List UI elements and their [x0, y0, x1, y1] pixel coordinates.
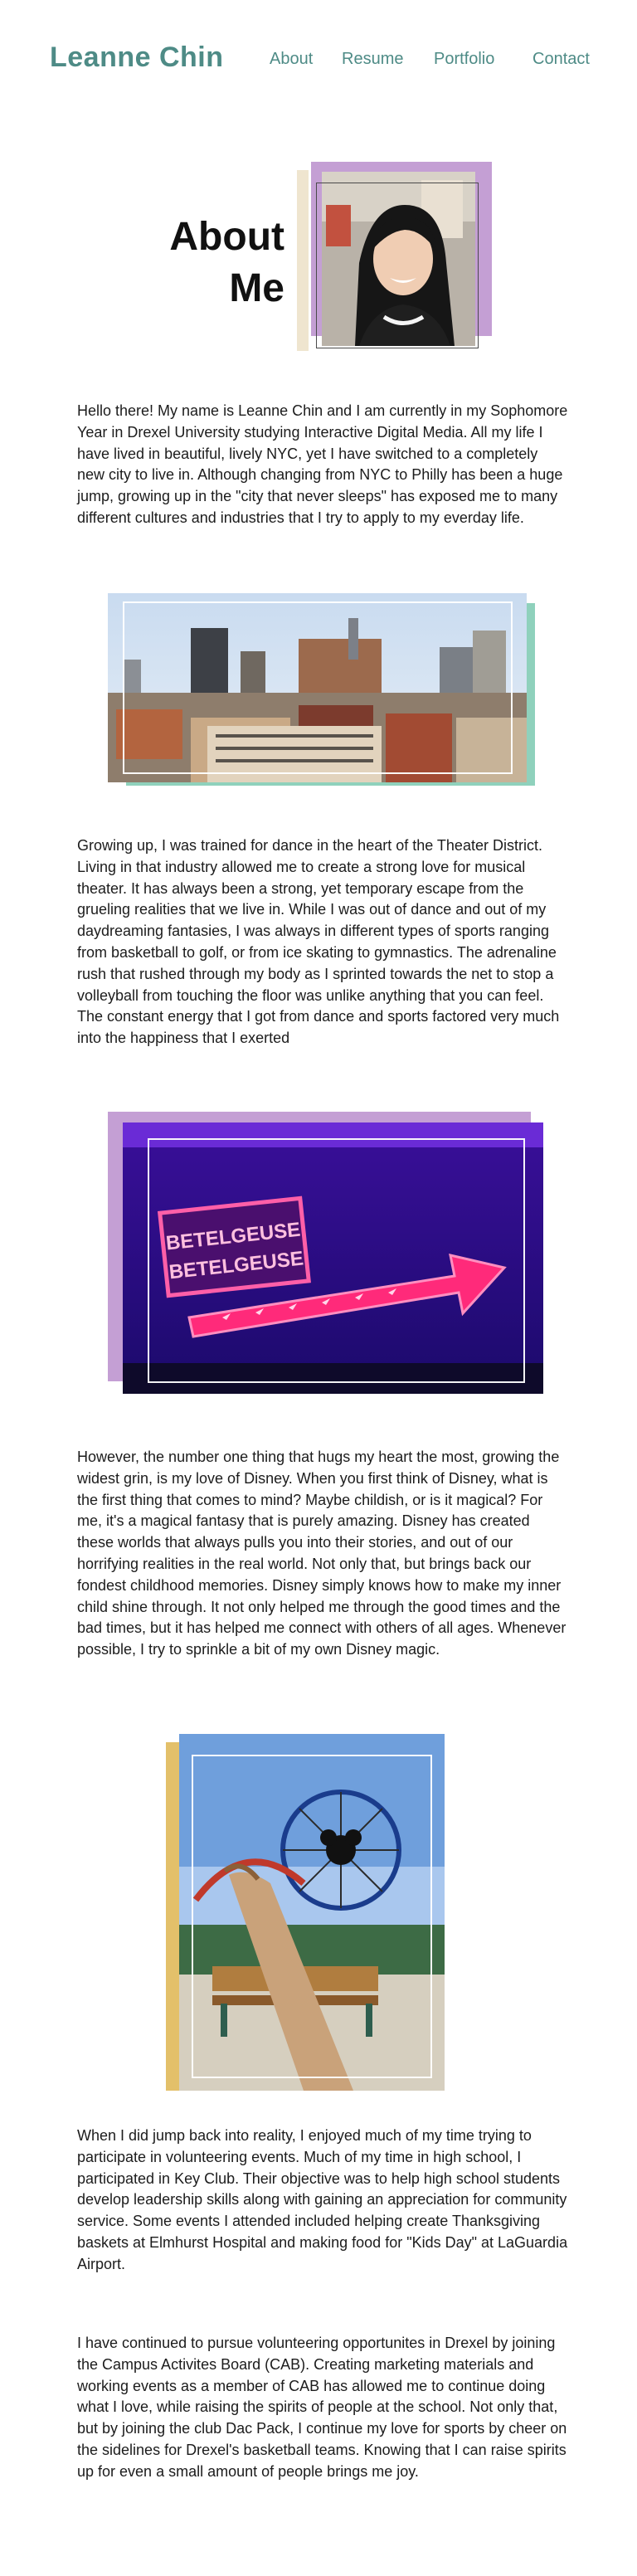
about-heading-line2: Me [229, 266, 284, 310]
portrait-cream-frame [297, 170, 309, 351]
nav-portfolio[interactable]: Portfolio [434, 50, 494, 69]
disney-photo-block [166, 1734, 448, 2099]
betelgeuse-inner-frame [148, 1138, 525, 1383]
site-brand[interactable]: Leanne Chin [50, 41, 224, 74]
disney-inner-frame [192, 1755, 432, 2078]
about-heading: About Me [169, 212, 284, 314]
disney-paragraph: However, the number one thing that hugs … [77, 1449, 566, 1658]
dance-paragraph-clip: Growing up, I was trained for dance in t… [77, 835, 568, 1076]
portrait-block [297, 162, 492, 353]
about-heading-line1: About [169, 215, 284, 259]
top-nav: Leanne Chin About Resume Portfolio Conta… [0, 0, 637, 124]
nav-contact[interactable]: Contact [532, 50, 590, 69]
intro-paragraph: Hello there! My name is Leanne Chin and … [77, 402, 568, 526]
dance-paragraph: Growing up, I was trained for dance in t… [77, 837, 560, 1047]
nav-resume[interactable]: Resume [342, 50, 403, 69]
betelgeuse-photo-block: BETELGEUSE BETELGEUSE [108, 1112, 543, 1394]
portrait-inner-frame [316, 183, 479, 348]
nyc-photo-block [108, 593, 535, 792]
nav-about[interactable]: About [270, 50, 313, 69]
drexel-paragraph: I have continued to pursue volunteering … [77, 2335, 567, 2480]
nyc-inner-frame [123, 601, 513, 774]
volunteering-paragraph: When I did jump back into reality, I enj… [77, 2127, 568, 2272]
